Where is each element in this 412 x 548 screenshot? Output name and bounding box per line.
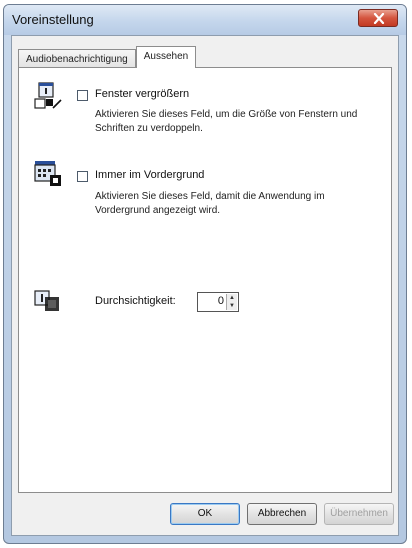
ok-button[interactable]: OK <box>170 503 240 525</box>
always-on-top-checkbox[interactable] <box>77 171 88 182</box>
transparency-icon <box>34 290 59 311</box>
spin-down-button[interactable]: ▼ <box>227 302 237 310</box>
always-on-top-label[interactable]: Immer im Vordergrund <box>95 169 204 181</box>
dialog-window: Voreinstellung Audiobenachrichtigung Aus… <box>3 4 407 544</box>
transparency-spinbox[interactable]: 0 ▲ ▼ <box>197 292 239 312</box>
close-icon <box>373 13 385 24</box>
tab-panel-aussehen: Fenster vergrößern Aktivieren Sie dieses… <box>18 67 392 493</box>
spin-buttons: ▲ ▼ <box>226 294 237 310</box>
transparency-value[interactable]: 0 <box>218 295 224 307</box>
enlarge-description: Aktivieren Sie dieses Feld, um die Größe… <box>95 109 358 134</box>
tab-strip: Audiobenachrichtigung Aussehen <box>18 46 197 68</box>
apply-button[interactable]: Übernehmen <box>324 503 394 525</box>
tab-audiobenachrichtigung[interactable]: Audiobenachrichtigung <box>18 49 136 68</box>
title-bar[interactable]: Voreinstellung <box>4 5 406 35</box>
enlarge-window-icon <box>34 82 62 109</box>
transparency-label: Durchsichtigkeit: <box>95 295 176 307</box>
enlarge-label[interactable]: Fenster vergrößern <box>95 88 189 100</box>
tab-aussehen[interactable]: Aussehen <box>135 46 197 68</box>
dialog-client-area: Audiobenachrichtigung Aussehen Fenster v… <box>11 35 399 536</box>
window-on-top-icon <box>34 161 61 186</box>
always-on-top-description: Aktivieren Sie dieses Feld, damit die An… <box>95 191 325 216</box>
enlarge-checkbox[interactable] <box>77 90 88 101</box>
close-button[interactable] <box>358 9 398 27</box>
cancel-button[interactable]: Abbrechen <box>247 503 317 525</box>
window-title: Voreinstellung <box>12 12 94 27</box>
